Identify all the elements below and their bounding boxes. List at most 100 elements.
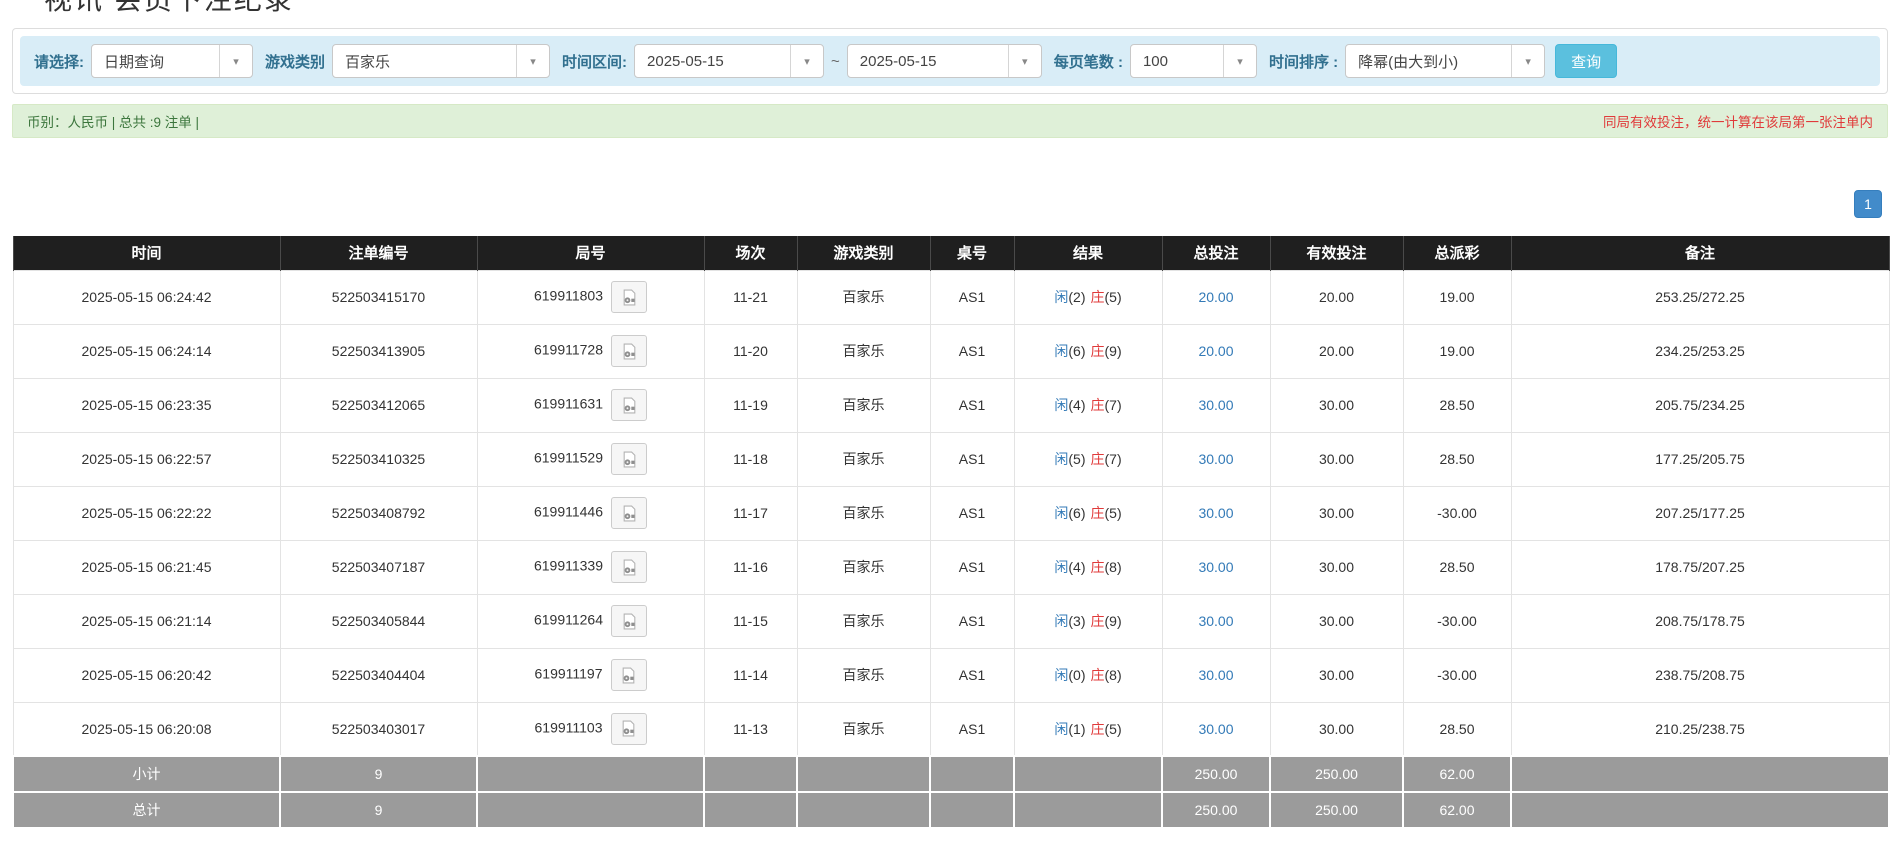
cell-session: 11-19 [704, 378, 797, 432]
cell-total-bet: 30.00 [1162, 702, 1270, 756]
video-replay-button[interactable] [611, 335, 647, 367]
cell-time: 2025-05-15 06:20:42 [13, 648, 280, 702]
cell-session: 11-18 [704, 432, 797, 486]
total-bet-link[interactable]: 30.00 [1198, 559, 1233, 575]
total-bet-link[interactable]: 30.00 [1198, 397, 1233, 413]
result-banker-label: 庄 [1091, 289, 1105, 305]
cell-note: 210.25/238.75 [1511, 702, 1889, 756]
sort-select[interactable]: 降幂(由大到小) ▾ [1345, 44, 1545, 78]
header-session: 场次 [704, 236, 797, 270]
video-replay-button[interactable] [611, 389, 647, 421]
table-header-row: 时间 注单编号 局号 场次 游戏类别 桌号 结果 总投注 有效投注 总派彩 备注 [13, 236, 1889, 270]
empty-cell [930, 792, 1014, 828]
query-type-value: 日期查询 [92, 51, 219, 72]
cell-session: 11-13 [704, 702, 797, 756]
date-to-value: 2025-05-15 [848, 53, 1008, 70]
result-banker-value: (9) [1105, 613, 1122, 629]
cell-game-type: 百家乐 [797, 270, 930, 324]
result-player-value: (4) [1068, 397, 1085, 413]
game-type-value: 百家乐 [333, 51, 516, 72]
video-replay-button[interactable] [611, 281, 647, 313]
notice-text: 同局有效投注，统一计算在该局第一张注单内 [1603, 111, 1873, 131]
date-from-select[interactable]: 2025-05-15 ▾ [634, 44, 824, 78]
cell-table-no: AS1 [930, 648, 1014, 702]
query-type-select[interactable]: 日期查询 ▾ [91, 44, 253, 78]
video-file-icon [621, 505, 638, 522]
cell-table-no: AS1 [930, 378, 1014, 432]
cell-result: 闲(6)庄(5) [1014, 486, 1162, 540]
pagination-page-1[interactable]: 1 [1854, 190, 1882, 218]
cell-valid-bet: 20.00 [1270, 324, 1403, 378]
date-to-select[interactable]: 2025-05-15 ▾ [847, 44, 1042, 78]
cell-payout: -30.00 [1403, 594, 1511, 648]
round-id-text: 619911339 [534, 558, 603, 574]
video-file-icon [620, 667, 637, 684]
cell-round-id: 619911197 [477, 648, 704, 702]
cell-bet-id: 522503405844 [280, 594, 477, 648]
cell-total-bet: 30.00 [1162, 378, 1270, 432]
search-button[interactable]: 查询 [1555, 44, 1617, 78]
video-replay-button[interactable] [611, 659, 647, 691]
page-size-label: 每页笔数 : [1054, 51, 1123, 72]
result-player-value: (0) [1068, 667, 1085, 683]
video-file-icon [621, 613, 638, 630]
cell-bet-id: 522503407187 [280, 540, 477, 594]
cell-result: 闲(4)庄(7) [1014, 378, 1162, 432]
total-bet-link[interactable]: 30.00 [1198, 667, 1233, 683]
result-banker-value: (7) [1105, 397, 1122, 413]
cell-time: 2025-05-15 06:21:45 [13, 540, 280, 594]
header-bet-id: 注单编号 [280, 236, 477, 270]
cell-payout: 19.00 [1403, 324, 1511, 378]
total-count: 9 [280, 792, 477, 828]
cell-total-bet: 30.00 [1162, 648, 1270, 702]
cell-note: 178.75/207.25 [1511, 540, 1889, 594]
total-bet-link[interactable]: 20.00 [1198, 343, 1233, 359]
table-row: 2025-05-15 06:21:14522503405844619911264… [13, 594, 1889, 648]
total-bet-link[interactable]: 30.00 [1198, 505, 1233, 521]
result-banker-value: (8) [1105, 559, 1122, 575]
cell-table-no: AS1 [930, 486, 1014, 540]
page-size-select[interactable]: 100 ▾ [1130, 44, 1257, 78]
chevron-down-icon: ▾ [1511, 45, 1544, 77]
table-row: 2025-05-15 06:24:14522503413905619911728… [13, 324, 1889, 378]
cell-total-bet: 30.00 [1162, 594, 1270, 648]
cell-table-no: AS1 [930, 432, 1014, 486]
chevron-down-icon: ▾ [219, 45, 252, 77]
video-replay-button[interactable] [611, 551, 647, 583]
cell-valid-bet: 30.00 [1270, 540, 1403, 594]
video-replay-button[interactable] [611, 605, 647, 637]
cell-result: 闲(6)庄(9) [1014, 324, 1162, 378]
empty-cell [1511, 792, 1889, 828]
total-bet-link[interactable]: 30.00 [1198, 613, 1233, 629]
result-player-label: 闲 [1054, 397, 1068, 413]
sort-label: 时间排序 : [1269, 51, 1338, 72]
cell-total-bet: 20.00 [1162, 270, 1270, 324]
total-bet-link[interactable]: 20.00 [1198, 289, 1233, 305]
subtotal-count: 9 [280, 756, 477, 792]
video-replay-button[interactable] [611, 443, 647, 475]
result-banker-value: (8) [1105, 667, 1122, 683]
total-bet-link[interactable]: 30.00 [1198, 721, 1233, 737]
result-player-value: (3) [1068, 613, 1085, 629]
cell-game-type: 百家乐 [797, 432, 930, 486]
cell-note: 238.75/208.75 [1511, 648, 1889, 702]
table-row: 2025-05-15 06:21:45522503407187 619911339… [13, 540, 1889, 594]
subtotal-row: 小计 9 250.00 250.00 62.00 [13, 756, 1889, 792]
cell-game-type: 百家乐 [797, 540, 930, 594]
total-row: 总计 9 250.00 250.00 62.00 [13, 792, 1889, 828]
video-replay-button[interactable] [611, 713, 647, 745]
total-bet-link[interactable]: 30.00 [1198, 451, 1233, 467]
round-id-text: 619911264 [534, 612, 603, 628]
chevron-down-icon: ▾ [1008, 45, 1041, 77]
cell-session: 11-16 [704, 540, 797, 594]
cell-game-type: 百家乐 [797, 486, 930, 540]
result-banker-label: 庄 [1091, 505, 1105, 521]
result-banker-label: 庄 [1091, 451, 1105, 467]
result-banker-value: (7) [1105, 451, 1122, 467]
cell-game-type: 百家乐 [797, 594, 930, 648]
result-banker-label: 庄 [1091, 667, 1105, 683]
header-payout: 总派彩 [1403, 236, 1511, 270]
game-type-select[interactable]: 百家乐 ▾ [332, 44, 550, 78]
video-replay-button[interactable] [611, 497, 647, 529]
chevron-down-icon: ▾ [790, 45, 823, 77]
